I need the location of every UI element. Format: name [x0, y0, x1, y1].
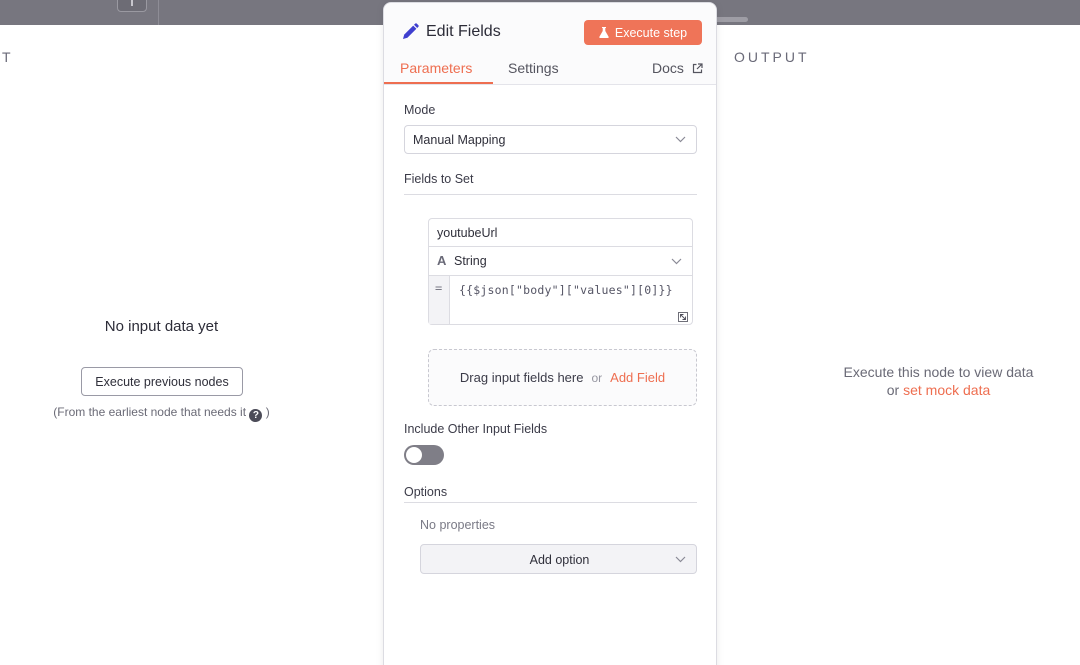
output-panel-title: OUTPUT	[734, 49, 810, 65]
fields-divider	[404, 194, 697, 195]
chevron-down-icon	[671, 258, 682, 265]
include-other-fields-label: Include Other Input Fields	[404, 422, 548, 436]
fields-to-set-label: Fields to Set	[404, 172, 474, 186]
include-other-fields-toggle[interactable]	[404, 445, 444, 465]
add-field-link[interactable]: Add Field	[610, 370, 665, 385]
node-title: Edit Fields	[426, 23, 501, 40]
options-label: Options	[404, 485, 448, 499]
mode-select[interactable]: Manual Mapping	[404, 125, 697, 154]
field-type-select[interactable]: A String	[429, 247, 692, 276]
help-icon[interactable]: ?	[249, 409, 263, 422]
string-type-icon: A	[437, 253, 447, 268]
add-option-label: Add option	[529, 553, 590, 567]
input-panel: T No input data yet Execute previous nod…	[0, 25, 383, 665]
drop-zone-text: Drag input fields here	[459, 370, 584, 385]
field-value-input[interactable]: = {{$json["body"]["values"][0]}}	[429, 276, 692, 324]
expression-indicator: =	[429, 276, 450, 324]
field-assignment: youtubeUrl A String = {{$json["body"]["v…	[428, 218, 693, 325]
input-panel-title: T	[2, 49, 14, 65]
add-button[interactable]	[117, 0, 147, 12]
field-drop-zone[interactable]: Drag input fields here or Add Field	[428, 349, 697, 406]
field-name-input[interactable]: youtubeUrl	[429, 219, 692, 247]
tab-docs-label: Docs	[652, 60, 684, 76]
no-properties-text: No properties	[420, 518, 496, 532]
drop-zone-or: or	[591, 370, 603, 385]
chevron-down-icon	[675, 136, 686, 143]
execute-step-label: Execute step	[614, 25, 688, 40]
tab-docs[interactable]: Docs	[652, 60, 703, 76]
add-option-dropdown[interactable]: Add option	[420, 544, 697, 574]
top-divider	[158, 0, 159, 25]
node-header: Edit Fields Execute step Parameters Sett…	[384, 3, 716, 85]
no-input-message: No input data yet	[104, 318, 219, 335]
tab-parameters[interactable]: Parameters	[400, 60, 472, 76]
options-divider	[404, 502, 697, 503]
execute-note: (From the earliest node that needs it ? …	[0, 405, 323, 422]
scrollbar-handle[interactable]	[714, 17, 748, 22]
mode-value: Manual Mapping	[413, 133, 506, 147]
execute-note-text: (From the earliest node that needs it	[53, 405, 247, 419]
chevron-down-icon	[675, 556, 686, 563]
field-name-value: youtubeUrl	[437, 226, 498, 240]
output-message-or: or	[886, 382, 900, 398]
pencil-icon	[403, 23, 419, 39]
output-message-line: Execute this node to view data	[843, 364, 1034, 380]
execute-previous-nodes-button[interactable]: Execute previous nodes	[81, 367, 243, 396]
set-mock-data-link[interactable]: set mock data	[903, 382, 990, 398]
tab-settings[interactable]: Settings	[508, 60, 559, 76]
flask-icon	[599, 27, 609, 38]
resize-icon[interactable]	[678, 312, 688, 322]
output-empty-message: Execute this node to view data or set mo…	[817, 363, 1060, 399]
active-tab-indicator	[384, 82, 493, 84]
field-expression[interactable]: {{$json["body"]["values"][0]}}	[459, 283, 673, 297]
external-link-icon	[692, 63, 703, 74]
node-settings-panel: Edit Fields Execute step Parameters Sett…	[383, 2, 717, 665]
execute-step-button[interactable]: Execute step	[584, 20, 702, 45]
output-panel: OUTPUT Execute this node to view data or…	[717, 25, 1080, 665]
equals-sign: =	[435, 281, 443, 295]
mode-label: Mode	[404, 103, 436, 117]
field-type-value: String	[454, 254, 487, 268]
execute-note-suffix: )	[265, 405, 270, 419]
